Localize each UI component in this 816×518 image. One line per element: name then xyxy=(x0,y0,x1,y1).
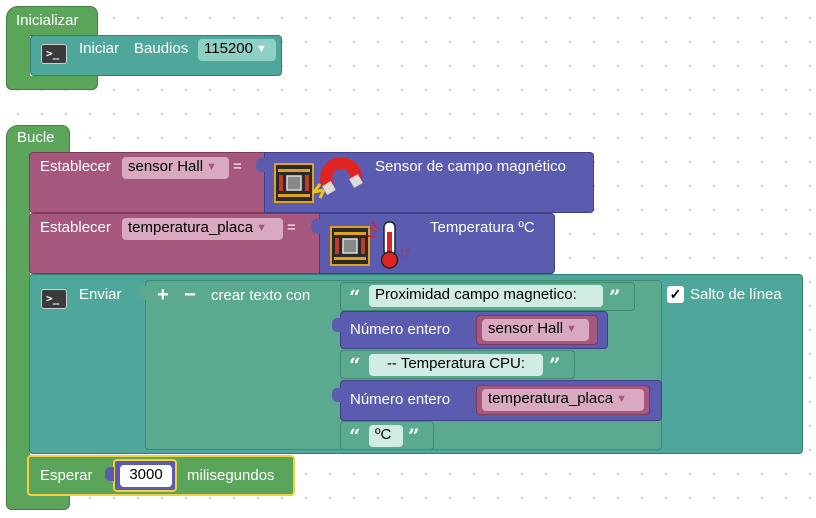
chevron-down-icon: ▼ xyxy=(255,43,267,55)
terminal-icon: >_ xyxy=(41,289,67,309)
loop-c-bottom xyxy=(6,494,70,510)
open-quote-icon: “ xyxy=(349,353,361,377)
temp-variable-dropdown[interactable]: temperatura_placa ▼ xyxy=(122,218,283,240)
temp-sensor-label: Temperatura ºC xyxy=(430,219,535,236)
newline-checkbox[interactable]: ✓ xyxy=(667,286,684,303)
input-connector xyxy=(137,286,146,300)
terminal-icon: >_ xyxy=(41,44,67,64)
thermometer-icon: t° xyxy=(367,221,411,269)
open-quote-icon: “ xyxy=(349,285,361,309)
serial-send-label: Enviar xyxy=(79,286,122,303)
chevron-down-icon: ▼ xyxy=(206,161,217,173)
svg-text:t°: t° xyxy=(400,247,411,261)
set-hall-equals: = xyxy=(233,158,242,175)
close-quote-icon: ” xyxy=(609,285,621,309)
text-literal-field[interactable]: Proximidad campo magnetico: xyxy=(369,285,603,307)
magnet-icon xyxy=(312,158,363,199)
set-hall-label: Establecer xyxy=(40,158,111,175)
text-literal-field[interactable]: ºC xyxy=(369,425,403,447)
chevron-down-icon: ▼ xyxy=(616,393,627,405)
variable-dropdown[interactable]: sensor Hall ▼ xyxy=(482,319,589,341)
chevron-down-icon: ▼ xyxy=(256,222,267,234)
set-temp-equals: = xyxy=(287,219,296,236)
set-temp-label: Establecer xyxy=(40,219,111,236)
open-quote-icon: “ xyxy=(349,424,361,448)
hall-sensor-label: Sensor de campo magnético xyxy=(375,158,566,175)
hall-variable-value: sensor Hall xyxy=(128,158,204,175)
baud-rate-value: 115200 xyxy=(204,40,253,57)
variable-value: temperatura_placa xyxy=(488,390,614,407)
setup-hat-label: Inicializar xyxy=(16,12,79,29)
variable-dropdown[interactable]: temperatura_placa ▼ xyxy=(482,389,644,411)
add-item-button[interactable]: + xyxy=(157,285,169,305)
input-connector xyxy=(332,388,341,402)
input-connector xyxy=(311,219,320,233)
wait-label: Esperar xyxy=(40,467,93,484)
create-text-label: crear texto con xyxy=(211,287,311,304)
input-connector xyxy=(256,158,265,172)
text-literal-field[interactable]: -- Temperatura CPU: xyxy=(369,354,543,376)
input-connector xyxy=(105,467,114,481)
baud-label: Baudios xyxy=(134,40,189,57)
close-quote-icon: ” xyxy=(408,424,420,448)
baud-rate-dropdown[interactable]: 115200 ▼ xyxy=(198,39,276,61)
input-connector xyxy=(332,318,341,332)
serial-begin-label: Iniciar xyxy=(79,40,120,57)
wait-unit-label: milisegundos xyxy=(187,467,275,484)
remove-item-button[interactable]: − xyxy=(184,285,196,305)
integer-label: Número entero xyxy=(350,321,451,338)
newline-label: Salto de línea xyxy=(690,286,782,303)
wait-duration-input[interactable]: 3000 xyxy=(120,465,172,487)
close-quote-icon: ” xyxy=(549,353,561,377)
chevron-down-icon: ▼ xyxy=(566,323,577,335)
setup-c-bottom xyxy=(6,76,98,90)
variable-value: sensor Hall xyxy=(488,320,564,337)
loop-hat-label: Bucle xyxy=(17,129,55,146)
temp-variable-value: temperatura_placa xyxy=(128,219,254,236)
integer-label: Número entero xyxy=(350,391,451,408)
hall-variable-dropdown[interactable]: sensor Hall ▼ xyxy=(122,157,229,179)
board-chip-icon xyxy=(274,163,314,203)
